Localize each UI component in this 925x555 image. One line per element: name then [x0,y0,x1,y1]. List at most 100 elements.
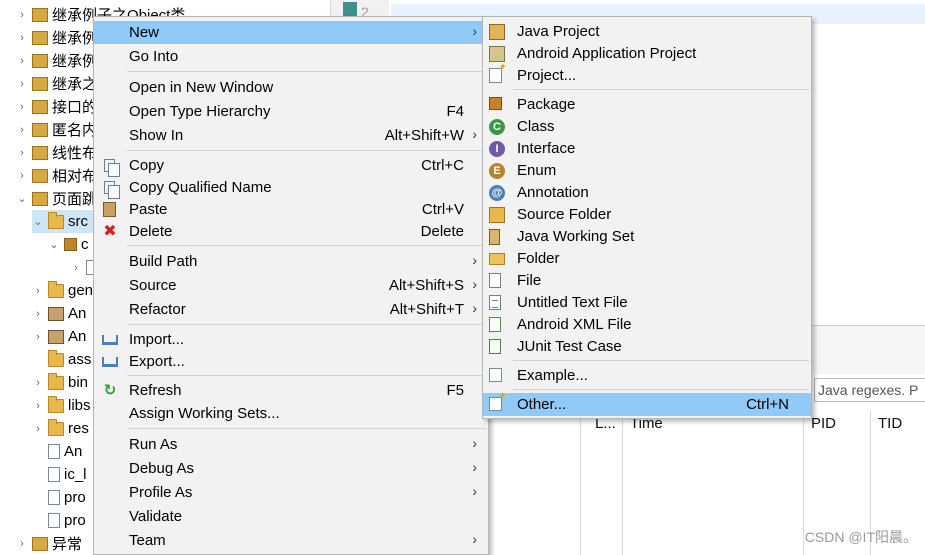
submenu-item-package[interactable]: Package [483,93,811,116]
menu-item-show-in[interactable]: Show In Alt+Shift+W › [94,124,488,147]
menu-item-assign-working-sets[interactable]: Assign Working Sets... [94,402,488,425]
expand-arrow-icon[interactable]: › [32,423,44,435]
submenu-item-android-application-project[interactable]: Android Application Project [483,42,811,65]
tree-item[interactable]: › 异常 [16,532,82,555]
tree-item[interactable]: › An [32,325,86,348]
submenu-item-enum[interactable]: E Enum [483,159,811,182]
project-icon [32,191,48,206]
xml-file-icon [489,317,501,332]
expand-arrow-icon[interactable]: › [16,32,28,44]
menu-separator [127,324,486,325]
menu-item-go-into[interactable]: Go Into [94,45,488,68]
submenu-item-example[interactable]: Example... [483,364,811,387]
tree-item[interactable]: ⌄ c [48,233,88,256]
tree-item[interactable]: ass [48,348,91,371]
menu-item-open-type-hierarchy[interactable]: Open Type Hierarchy F4 [94,100,488,123]
column-header-pid[interactable]: PID [811,415,836,432]
tree-item[interactable]: › An [32,302,86,325]
tree-item[interactable]: pro [48,509,86,532]
submenu-item-class[interactable]: C Class [483,115,811,138]
submenu-arrow-icon: › [472,459,477,475]
menu-item-build-path[interactable]: Build Path › [94,250,488,273]
menu-item-open-new-window[interactable]: Open in New Window [94,76,488,99]
menu-item-run-as[interactable]: Run As › [94,433,488,456]
submenu-item-folder[interactable]: Folder [483,247,811,270]
expand-arrow-icon[interactable]: › [32,308,44,320]
filter-input[interactable]: Java regexes. P [814,378,925,402]
tree-item[interactable]: › gen [32,279,93,302]
submenu-item-java-project[interactable]: Java Project [483,20,811,43]
expand-arrow-icon[interactable]: › [70,262,82,274]
menu-item-refresh[interactable]: ↻ Refresh F5 [94,379,488,402]
tree-item[interactable]: › 继承例 [16,49,97,72]
library-icon [48,329,64,344]
expand-arrow-icon[interactable]: › [16,170,28,182]
expand-arrow-icon[interactable]: › [16,538,28,550]
tree-item[interactable]: pro [48,486,86,509]
menu-item-profile-as[interactable]: Profile As › [94,481,488,504]
example-icon [489,368,502,382]
tree-item[interactable]: An [48,440,82,463]
expand-arrow-icon[interactable]: › [16,55,28,67]
collapse-arrow-icon[interactable]: ⌄ [32,215,44,228]
menu-item-source[interactable]: Source Alt+Shift+S › [94,274,488,297]
android-project-icon [489,46,505,62]
submenu-item-junit-test-case[interactable]: JUnit Test Case [483,335,811,358]
submenu-arrow-icon: › [472,483,477,499]
expand-arrow-icon[interactable]: › [32,377,44,389]
submenu-item-android-xml-file[interactable]: Android XML File [483,313,811,336]
submenu-item-other[interactable]: Other... Ctrl+N [483,391,811,416]
collapse-arrow-icon[interactable]: ⌄ [16,192,28,205]
file-icon [48,490,60,505]
submenu-arrow-icon: › [472,300,477,316]
submenu-item-file[interactable]: File [483,269,811,292]
tree-item[interactable]: › 继承之 [16,72,97,95]
tree-item[interactable]: › res [32,417,89,440]
menu-item-new[interactable]: New › [94,21,488,44]
submenu-item-untitled-text-file[interactable]: Untitled Text File [483,291,811,314]
submenu-item-project[interactable]: Project... [483,62,811,87]
tree-item[interactable]: › bin [32,371,88,394]
new-submenu: Java Project Android Application Project… [482,16,812,419]
tree-item[interactable]: ⌄ 页面跳 [16,187,97,210]
expand-arrow-icon[interactable]: › [16,9,28,21]
menu-item-import[interactable]: Import... [94,328,488,351]
expand-arrow-icon[interactable]: › [32,331,44,343]
tree-item[interactable]: › 线性布 [16,141,97,164]
submenu-item-annotation[interactable]: @ Annotation [483,181,811,204]
expand-arrow-icon[interactable]: › [32,285,44,297]
tree-item[interactable]: › 匿名内 [16,118,97,141]
expand-arrow-icon[interactable]: › [16,78,28,90]
menu-item-copy[interactable]: Copy Ctrl+C [94,154,488,177]
source-folder-icon [489,207,505,223]
tree-item[interactable]: › 相对布 [16,164,97,187]
submenu-item-java-working-set[interactable]: Java Working Set [483,225,811,248]
expand-arrow-icon[interactable]: › [16,124,28,136]
folder-icon [48,372,64,390]
collapse-arrow-icon[interactable]: ⌄ [48,238,60,251]
expand-arrow-icon[interactable]: › [32,400,44,412]
project-icon [32,122,48,137]
column-header-tid[interactable]: TID [878,415,902,432]
menu-item-team[interactable]: Team › [94,529,488,552]
submenu-item-interface[interactable]: I Interface [483,137,811,160]
submenu-item-source-folder[interactable]: Source Folder [483,203,811,226]
menu-item-delete[interactable]: ✖ Delete Delete [94,220,488,243]
column-divider [622,410,623,555]
enum-icon: E [489,163,505,179]
expand-arrow-icon[interactable]: › [16,147,28,159]
tree-item[interactable]: › libs [32,394,91,417]
tree-item[interactable]: ic_l [48,463,87,486]
tree-item[interactable]: › 继承例 [16,26,97,49]
menu-item-validate[interactable]: Validate [94,505,488,528]
menu-item-copy-qualified-name[interactable]: Copy Qualified Name [94,176,488,199]
text-file-icon [489,295,501,310]
expand-arrow-icon[interactable]: › [16,101,28,113]
file-icon [48,513,60,528]
menu-item-export[interactable]: Export... [94,350,488,373]
menu-item-refactor[interactable]: Refactor Alt+Shift+T › [94,298,488,321]
tree-item[interactable]: › 接口的 [16,95,97,118]
menu-item-paste[interactable]: Paste Ctrl+V [94,198,488,221]
interface-icon: I [489,141,505,157]
menu-item-debug-as[interactable]: Debug As › [94,457,488,480]
